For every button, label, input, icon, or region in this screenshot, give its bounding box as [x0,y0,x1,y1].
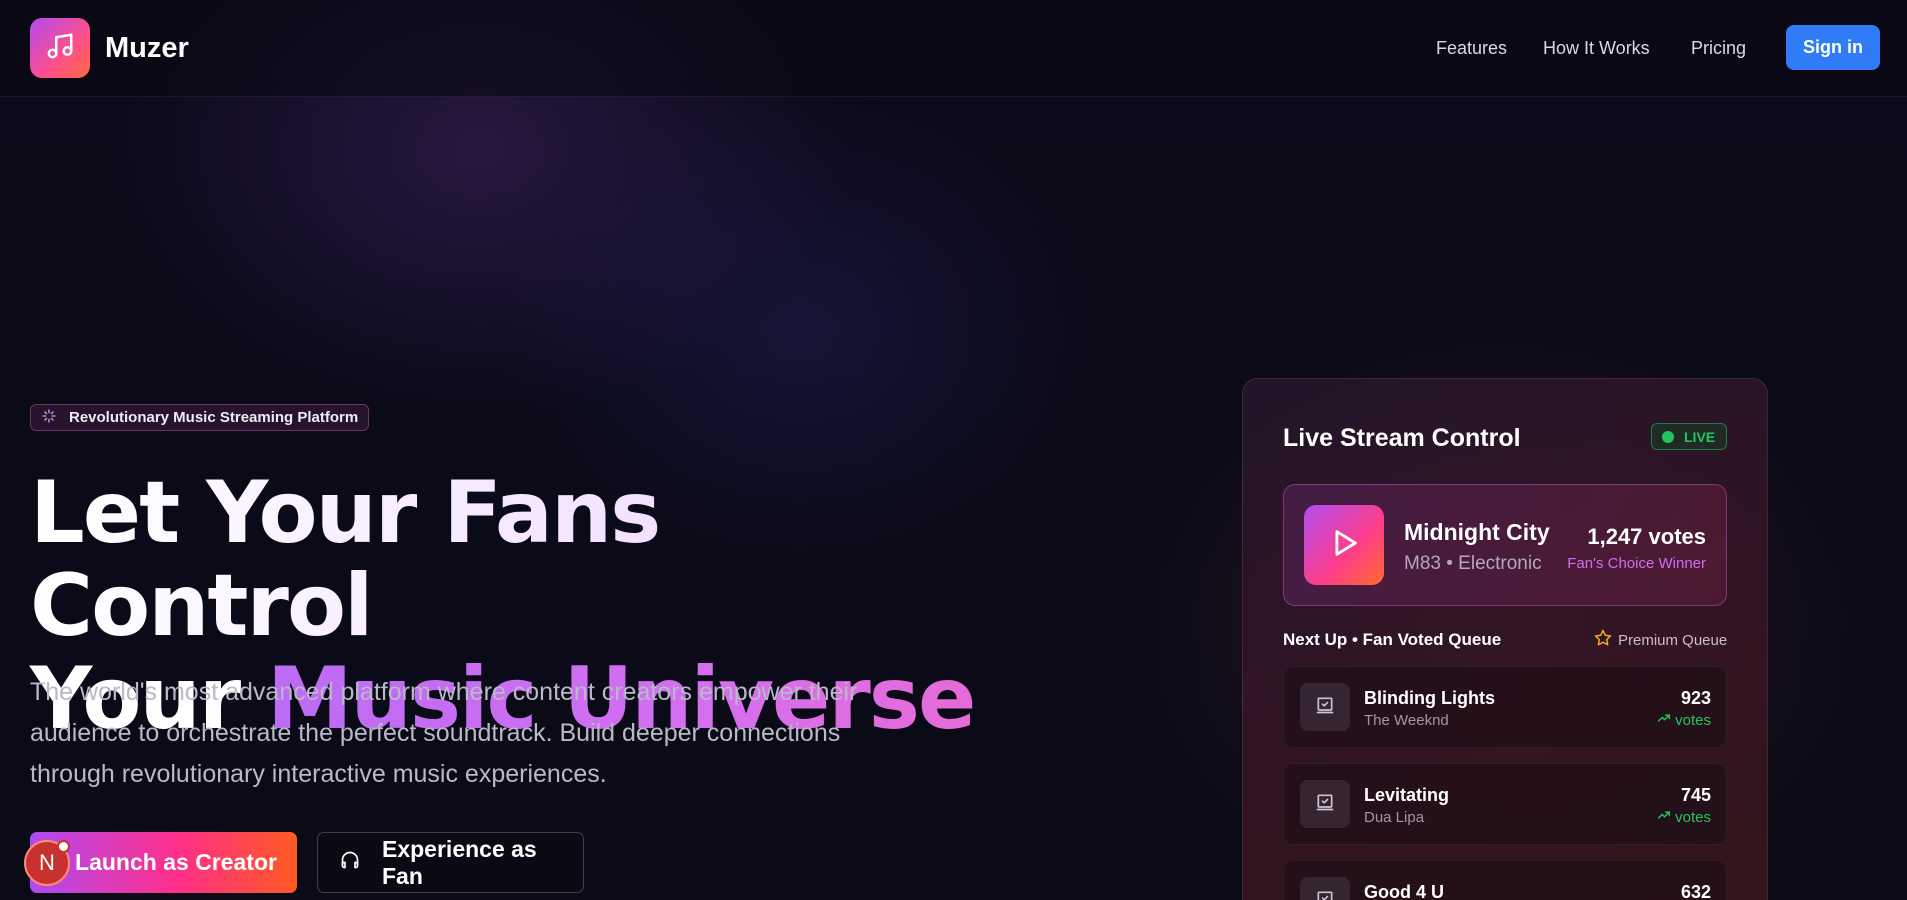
trending-up-icon [1657,711,1671,729]
now-playing-title: Midnight City [1404,519,1550,545]
check-square-icon [1315,792,1335,817]
queue-item-votes: votes [1657,808,1711,826]
queue-item-artist: The Weeknd [1364,712,1449,729]
queue-item-artist: Dua Lipa [1364,809,1425,826]
now-playing-artwork[interactable] [1304,505,1384,585]
queue-item-thumb [1300,780,1350,828]
play-icon [1327,526,1361,565]
queue-item-title: Levitating [1364,785,1450,805]
queue-item-votes-label: votes [1675,808,1711,826]
sign-in-button[interactable]: Sign in [1786,25,1880,70]
hero-badge: Revolutionary Music Streaming Platform [30,404,370,431]
launch-as-creator-button[interactable]: Launch as Creator [30,832,297,893]
hero-description: The world's most advanced platform where… [30,678,858,788]
live-badge: LIVE [1651,423,1727,450]
experience-as-fan-label: Experience as Fan [382,835,537,889]
queue-item-count: 745 [1680,785,1711,805]
nav-link-features[interactable]: Features [1436,38,1507,59]
queue-item-votes: votes [1657,711,1711,729]
nav-link-pricing[interactable]: Pricing [1691,38,1746,59]
headphones-icon [340,849,360,876]
queue-item-thumb [1300,683,1350,731]
sparkles-icon [41,408,57,428]
queue-heading: Next Up • Fan Voted Queue [1283,630,1502,649]
premium-queue-text: Premium Queue [1618,631,1728,649]
queue-item-count: 923 [1680,688,1711,708]
hero-badge-label: Revolutionary Music Streaming Platform [69,409,359,426]
experience-as-fan-button[interactable]: Experience as Fan [317,832,584,893]
trending-up-icon [1657,808,1671,826]
queue-item-thumb [1300,877,1350,900]
avatar-status-dot [57,840,70,853]
now-playing-votes: 1,247 votes [1587,524,1706,549]
check-square-icon [1315,695,1335,720]
premium-queue-label[interactable]: Premium Queue [1594,629,1727,651]
music-note-icon [45,31,75,66]
now-playing-badge: Fan's Choice Winner [1567,555,1706,572]
star-icon [1594,629,1612,651]
brand-name[interactable]: Muzer [105,32,189,65]
now-playing-artist: M83 • Electronic [1404,553,1542,574]
logo[interactable] [30,18,90,78]
nav-link-how-it-works[interactable]: How It Works [1543,38,1650,59]
live-dot [1662,430,1674,443]
live-label: LIVE [1684,428,1716,445]
queue-item-title: Blinding Lights [1364,688,1495,708]
panel-title: Live Stream Control [1283,424,1521,452]
headline-line-1: Let Your Fans Control [30,467,990,653]
navbar: Muzer Features How It Works Pricing Sign… [0,0,1907,97]
queue-item-title: Good 4 U [1364,882,1444,900]
queue-item-count: 632 [1680,882,1711,900]
check-square-icon [1315,889,1335,900]
queue-item-votes-label: votes [1675,711,1711,729]
